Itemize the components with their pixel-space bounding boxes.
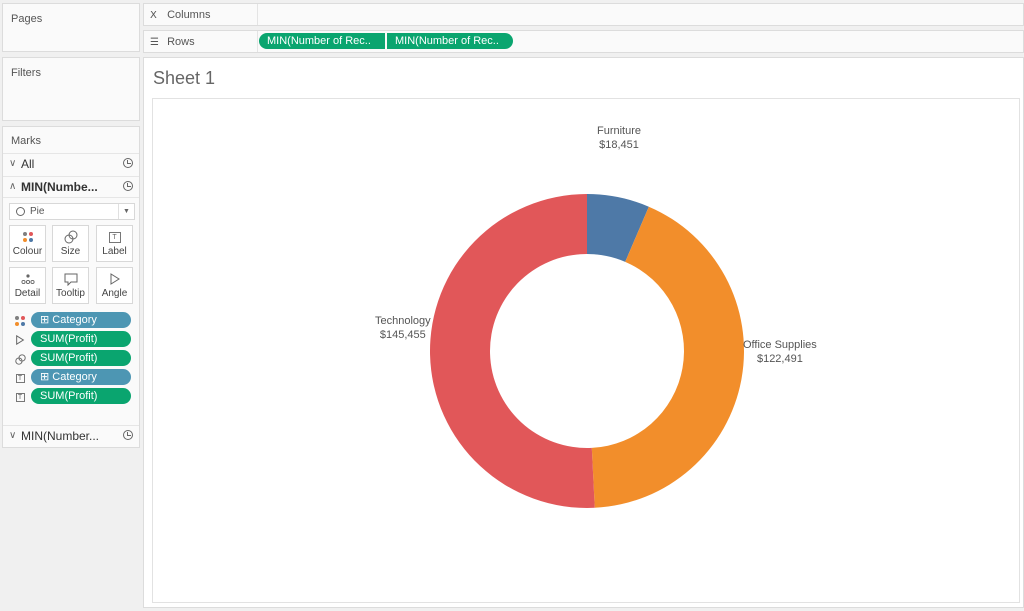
donut-chart bbox=[429, 194, 745, 508]
detail-label: Detail bbox=[14, 288, 41, 299]
encoding-row: SUM(Profit) bbox=[3, 350, 139, 367]
category-label-pill[interactable]: ⊞ Category bbox=[31, 369, 131, 385]
colour-icon bbox=[14, 315, 26, 327]
slice-label-office-supplies: Office Supplies $122,491 bbox=[743, 338, 817, 366]
rows-pill-1[interactable]: MIN(Number of Rec.. bbox=[259, 33, 385, 49]
slice-label-furniture: Furniture $18,451 bbox=[597, 124, 641, 152]
slice-value: $145,455 bbox=[379, 329, 426, 341]
profit-label-pill[interactable]: SUM(Profit) bbox=[31, 388, 131, 404]
slice-value: $122,491 bbox=[756, 353, 803, 365]
viz-area: Furniture $18,451 Office Supplies $122,4… bbox=[152, 98, 1020, 603]
label-label: Label bbox=[102, 246, 127, 257]
profit-angle-pill[interactable]: SUM(Profit) bbox=[31, 331, 131, 347]
chevron-up-icon: ∧ bbox=[9, 181, 17, 192]
colour-icon bbox=[10, 230, 45, 244]
tooltip-icon bbox=[53, 272, 88, 286]
chevron-down-icon: ∨ bbox=[9, 158, 17, 169]
encoding-row: T SUM(Profit) bbox=[3, 388, 139, 405]
marks-title: Marks bbox=[11, 135, 41, 147]
marks-layer2-label: MIN(Number... bbox=[21, 429, 100, 443]
detail-icon bbox=[10, 272, 45, 286]
angle-icon bbox=[97, 272, 132, 286]
pie-icon bbox=[16, 207, 25, 216]
pie-mark-icon bbox=[123, 181, 133, 191]
rows-pill-2[interactable]: MIN(Number of Rec.. bbox=[387, 33, 513, 49]
pill-label: Category bbox=[52, 314, 97, 326]
slice-technology[interactable] bbox=[429, 194, 595, 508]
worksheet: Sheet 1 Furniture $18,451 Office Supplie… bbox=[143, 57, 1024, 608]
marks-all-row[interactable]: ∨ All bbox=[3, 153, 139, 175]
size-label: Size bbox=[60, 246, 81, 257]
marks-layer1-label: MIN(Numbe... bbox=[21, 180, 98, 194]
angle-button[interactable]: Angle bbox=[96, 267, 133, 304]
filters-title: Filters bbox=[11, 67, 41, 79]
encoding-row: ⊞ Category bbox=[3, 312, 139, 329]
rows-shelf[interactable]: ☰ Rows MIN(Number of Rec.. MIN(Number of… bbox=[143, 30, 1024, 53]
pages-title: Pages bbox=[11, 13, 43, 25]
pie-mark-icon bbox=[123, 430, 133, 440]
angle-icon bbox=[14, 334, 26, 346]
category-colour-pill[interactable]: ⊞ Category bbox=[31, 312, 131, 328]
colour-button[interactable]: Colour bbox=[9, 225, 46, 262]
mark-type-value: Pie bbox=[30, 206, 45, 217]
slice-category: Furniture bbox=[597, 125, 642, 137]
tooltip-label: Tooltip bbox=[56, 288, 85, 299]
pages-shelf[interactable]: Pages bbox=[2, 3, 140, 52]
dropdown-arrow-icon[interactable]: ▼ bbox=[118, 204, 134, 219]
marks-all-label: All bbox=[21, 157, 35, 171]
slice-value: $18,451 bbox=[599, 139, 639, 151]
colour-label: Colour bbox=[12, 246, 43, 257]
detail-button[interactable]: Detail bbox=[9, 267, 46, 304]
profit-size-pill[interactable]: SUM(Profit) bbox=[31, 350, 131, 366]
shelf-divider bbox=[257, 31, 258, 52]
marks-layer2-row[interactable]: ∨ MIN(Number... bbox=[3, 425, 139, 447]
filters-shelf[interactable]: Filters bbox=[2, 57, 140, 121]
pill-label: Category bbox=[52, 371, 97, 383]
shelf-divider bbox=[257, 4, 258, 25]
pie-mark-icon bbox=[123, 158, 133, 168]
label-button[interactable]: T Label bbox=[96, 225, 133, 262]
tooltip-button[interactable]: Tooltip bbox=[52, 267, 89, 304]
mark-type-dropdown[interactable]: Pie ▼ bbox=[9, 203, 135, 220]
columns-label: Columns bbox=[167, 9, 211, 21]
label-icon: T bbox=[97, 230, 132, 244]
size-icon bbox=[14, 353, 26, 365]
slice-label-technology: Technology $145,455 bbox=[375, 314, 431, 342]
size-button[interactable]: Size bbox=[52, 225, 89, 262]
rows-icon: ☰ bbox=[150, 37, 159, 48]
chevron-down-icon: ∨ bbox=[9, 430, 17, 441]
angle-label: Angle bbox=[101, 288, 128, 299]
label-icon: T bbox=[14, 372, 26, 384]
sheet-title[interactable]: Sheet 1 bbox=[153, 68, 215, 89]
marks-layer1-row[interactable]: ∧ MIN(Numbe... bbox=[3, 176, 139, 198]
rows-label: Rows bbox=[167, 36, 195, 48]
slice-category: Office Supplies bbox=[743, 339, 817, 351]
marks-card: Marks ∨ All ∧ MIN(Numbe... Pie ▼ Colour … bbox=[2, 126, 140, 448]
size-icon bbox=[53, 230, 88, 244]
columns-shelf[interactable]: Ⅹ Columns bbox=[143, 3, 1024, 26]
encoding-row: T ⊞ Category bbox=[3, 369, 139, 386]
label-icon: T bbox=[14, 391, 26, 403]
slice-category: Technology bbox=[375, 315, 431, 327]
encoding-row: SUM(Profit) bbox=[3, 331, 139, 348]
columns-icon: Ⅹ bbox=[150, 10, 157, 21]
